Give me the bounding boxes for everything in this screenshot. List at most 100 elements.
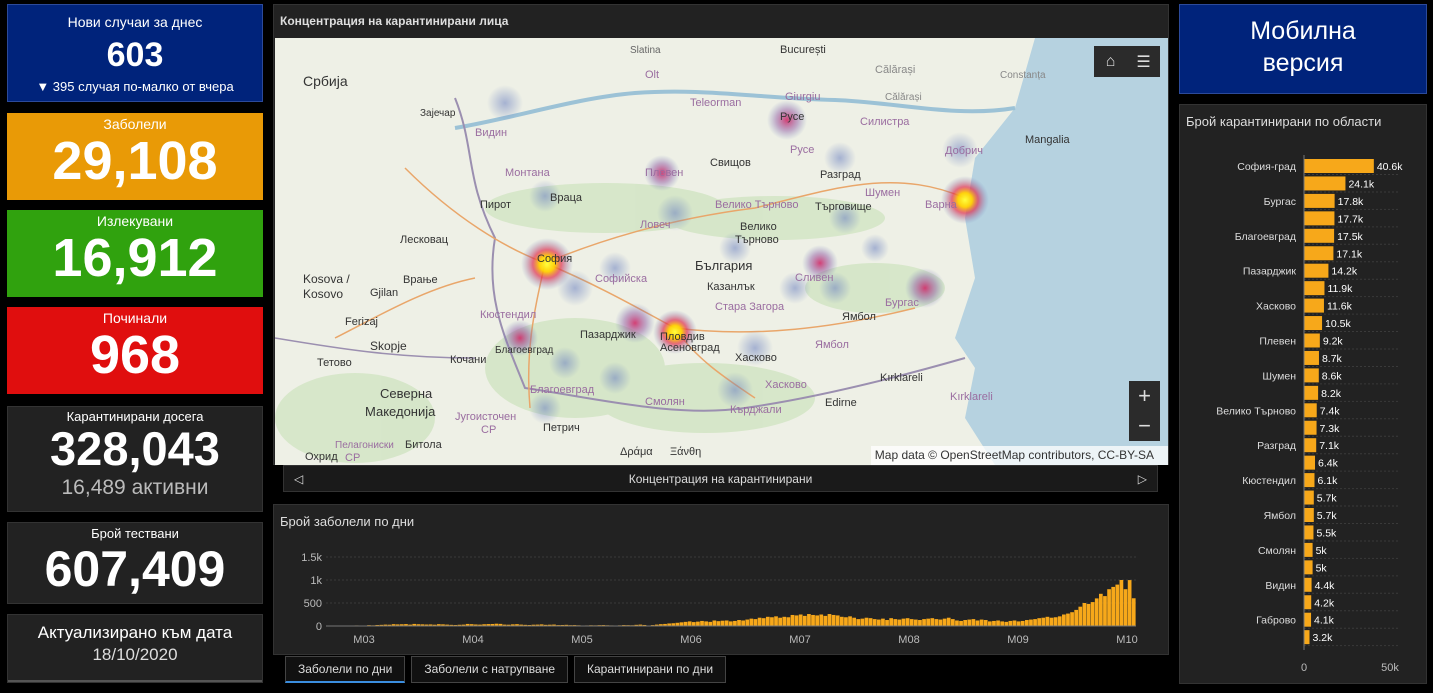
- region-bar: [1304, 368, 1319, 383]
- prev-arrow-icon[interactable]: ◁: [294, 472, 303, 486]
- region-data-label: 8.2k: [1321, 388, 1342, 400]
- map-label: Благоевград: [530, 384, 595, 396]
- region-category-label: Видин: [1265, 580, 1296, 592]
- x-tick-label: M05: [571, 634, 592, 646]
- daily-bar: [913, 619, 918, 626]
- daily-bar: [930, 618, 935, 626]
- map-label: Русе: [780, 111, 804, 123]
- map-title: Концентрация на карантинирани лица: [280, 14, 509, 28]
- map-label: Kırklareli: [880, 372, 923, 384]
- map-label: Бургас: [885, 297, 919, 309]
- daily-bar: [996, 620, 1000, 626]
- map-label: Асеновград: [660, 342, 720, 354]
- map-label: Ловеч: [640, 219, 671, 231]
- recovered-value: 16,912: [52, 228, 218, 288]
- daily-bar: [1057, 616, 1062, 626]
- daily-bar: [983, 620, 988, 626]
- region-category-label: Пазарджик: [1243, 266, 1297, 278]
- daily-bar: [901, 618, 906, 626]
- daily-bar: [1045, 616, 1050, 626]
- x-tick-label: M06: [680, 634, 701, 646]
- map-label: Slatina: [630, 45, 661, 56]
- daily-bar: [1004, 621, 1009, 626]
- daily-bar: [757, 617, 762, 626]
- map-label: Плевен: [645, 167, 683, 179]
- region-data-label: 7.4k: [1320, 405, 1341, 417]
- map-label: Teleorman: [690, 97, 741, 109]
- region-bar: [1304, 560, 1313, 575]
- daily-bar: [1061, 614, 1066, 626]
- region-data-label: 17.8k: [1338, 196, 1364, 208]
- map-label: Constanța: [1000, 70, 1046, 81]
- tab-daily-quarantined[interactable]: Карантинирани по дни: [574, 656, 727, 683]
- region-bar: [1304, 211, 1335, 226]
- x-tick-label: 50k: [1381, 662, 1399, 674]
- daily-bar: [1082, 603, 1087, 626]
- daily-bar: [1037, 618, 1042, 626]
- daily-bar: [815, 615, 820, 626]
- daily-bar: [909, 619, 914, 626]
- map-canvas[interactable]: Slatina București Călărași Constanța Olt Giur…: [275, 38, 1168, 465]
- region-bar: [1304, 630, 1310, 645]
- updated-label: Актуализирано към дата: [37, 623, 233, 642]
- daily-bar: [897, 619, 902, 626]
- region-bar: [1304, 385, 1319, 400]
- map-toolbar: ⌂ ☰: [1094, 46, 1160, 77]
- region-bar: [1304, 246, 1334, 261]
- region-category-label: Смолян: [1258, 545, 1296, 557]
- daily-bar: [782, 616, 787, 626]
- daily-bar: [741, 620, 745, 626]
- zoom-out-button[interactable]: −: [1129, 411, 1160, 441]
- daily-bar: [864, 617, 869, 626]
- map-label: Călărași: [875, 64, 915, 76]
- list-icon[interactable]: ☰: [1127, 46, 1160, 77]
- map-label: България: [695, 258, 752, 273]
- region-data-label: 4.2k: [1314, 597, 1335, 609]
- new-cases-value: 603: [106, 36, 164, 74]
- region-bar: [1304, 508, 1314, 522]
- daily-chart-panel: 0 500 1k 1.5k M03 M04 M05 M06 M07 M08 M09 M10 Брой …: [273, 504, 1169, 655]
- map-label: София: [537, 253, 572, 265]
- daily-bar: [811, 614, 815, 626]
- map-label: Смолян: [645, 396, 685, 408]
- map-label: Велико Търново: [715, 199, 799, 211]
- zoom-in-button[interactable]: +: [1129, 381, 1160, 411]
- region-bar: [1304, 577, 1312, 592]
- map-label: Skopje: [370, 339, 407, 353]
- map-label: Велико: [740, 221, 777, 233]
- map-view[interactable]: Slatina București Călărași Constanța Olt Giur…: [275, 38, 1168, 465]
- map-label: Врање: [403, 274, 438, 286]
- daily-bar: [893, 619, 898, 626]
- daily-bar: [868, 618, 873, 626]
- heat-spot: [529, 392, 561, 424]
- daily-bar: [852, 617, 857, 626]
- region-category-label: Габрово: [1256, 615, 1296, 627]
- map-label: Стара Загора: [715, 301, 785, 313]
- map-label: Kosovo: [303, 287, 343, 301]
- region-bar: [1304, 525, 1314, 540]
- region-bar: [1304, 350, 1319, 365]
- next-arrow-icon[interactable]: ▷: [1138, 472, 1147, 486]
- tab-daily-cases[interactable]: Заболели по дни: [285, 656, 406, 683]
- daily-bar: [745, 619, 750, 626]
- map-label: Добрич: [945, 145, 983, 157]
- daily-bar: [716, 621, 721, 626]
- daily-bar: [733, 620, 737, 626]
- quarantined-active: 16,489 активни: [61, 476, 209, 499]
- daily-bar: [1090, 602, 1095, 626]
- region-chart-panel: Брой карантинирани по области 40.6k София…: [1179, 104, 1427, 684]
- daily-bar: [839, 616, 844, 626]
- region-bar: [1304, 490, 1314, 505]
- region-data-label: 17.1k: [1336, 248, 1362, 260]
- region-bar: [1304, 403, 1317, 418]
- mobile-version-button[interactable]: Мобилна версия: [1179, 4, 1427, 94]
- daily-bar: [938, 619, 943, 626]
- map-label: Северна: [380, 386, 433, 401]
- tab-cumulative-cases[interactable]: Заболели с натрупване: [411, 656, 568, 683]
- daily-bar: [700, 620, 704, 626]
- region-category-label: Плевен: [1259, 336, 1296, 348]
- y-tick-label: 0: [316, 621, 322, 633]
- home-icon[interactable]: ⌂: [1094, 46, 1127, 77]
- x-tick-label: M09: [1007, 634, 1028, 646]
- daily-bar: [1029, 619, 1033, 626]
